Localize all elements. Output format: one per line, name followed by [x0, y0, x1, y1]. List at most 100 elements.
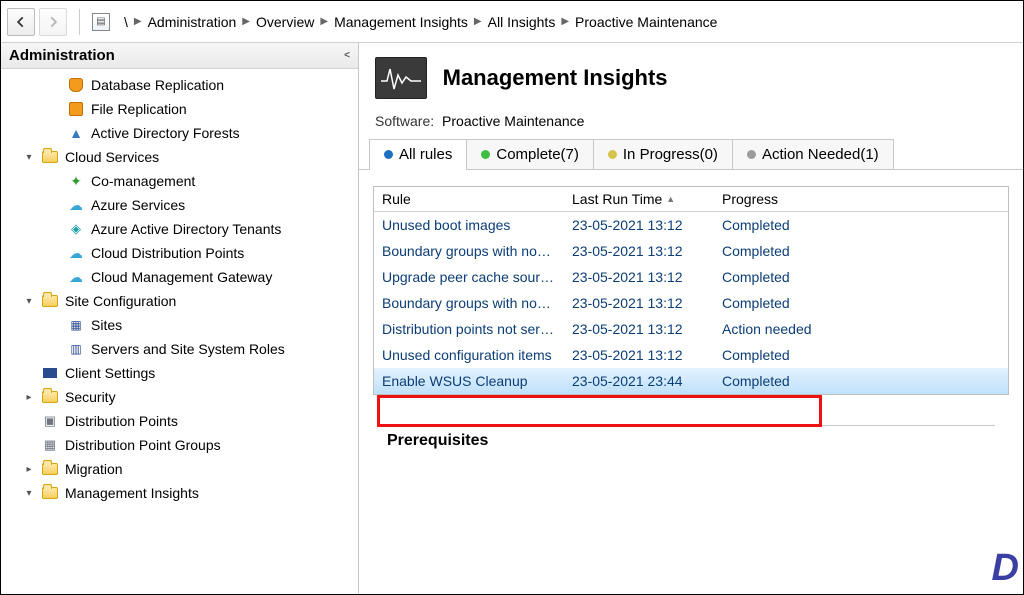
table-row[interactable]: Unused configuration items23-05-2021 13:…: [374, 342, 1008, 368]
cog-teal-icon: ✦: [67, 173, 85, 189]
cell-rule: Unused boot images: [374, 215, 564, 235]
cell-rule: Boundary groups with no…: [374, 293, 564, 313]
collapse-icon[interactable]: <: [344, 50, 350, 61]
cell-rule: Enable WSUS Cleanup: [374, 371, 564, 391]
column-progress[interactable]: Progress: [714, 187, 1008, 211]
document-icon: ▤: [92, 13, 110, 31]
tree-item[interactable]: File Replication: [49, 97, 358, 121]
cell-progress: Completed: [714, 215, 1008, 235]
tree-item-label: Sites: [91, 317, 122, 333]
tree-item-label: Active Directory Forests: [91, 125, 240, 141]
forward-button[interactable]: [39, 8, 67, 36]
tree-item[interactable]: Database Replication: [49, 73, 358, 97]
sidebar-header[interactable]: Administration <: [1, 43, 358, 69]
tree-caret-icon[interactable]: ▾: [23, 296, 35, 307]
tree-item[interactable]: ☁Cloud Distribution Points: [49, 241, 358, 265]
tab-in-progress[interactable]: In Progress(0): [593, 139, 733, 169]
cell-time: 23-05-2021 23:44: [564, 371, 714, 391]
prerequisites-heading: Prerequisites: [387, 425, 995, 450]
folder-icon: [41, 293, 59, 309]
dpg-icon: ▦: [41, 437, 59, 453]
crumb[interactable]: All Insights: [488, 14, 556, 30]
cell-progress: Completed: [714, 371, 1008, 391]
tree-item[interactable]: Client Settings: [23, 361, 358, 385]
insights-icon: [375, 57, 427, 99]
tree-item[interactable]: ◈Azure Active Directory Tenants: [49, 217, 358, 241]
tree-item[interactable]: ▣ Distribution Points: [23, 409, 358, 433]
crumb[interactable]: \: [124, 14, 128, 30]
tree-item[interactable]: ▦Sites: [49, 313, 358, 337]
status-dot-icon: [747, 150, 756, 159]
table-row[interactable]: Distribution points not ser…23-05-2021 1…: [374, 316, 1008, 342]
cloud-cyan-icon: ☁: [67, 197, 85, 213]
tree-blue-icon: ▲: [67, 125, 85, 141]
cell-time: 23-05-2021 13:12: [564, 241, 714, 261]
breadcrumb[interactable]: \ ▶ Administration ▶ Overview ▶ Manageme…: [124, 14, 717, 30]
cell-time: 23-05-2021 13:12: [564, 293, 714, 313]
back-button[interactable]: [7, 8, 35, 36]
status-dot-icon: [384, 150, 393, 159]
tree-caret-icon[interactable]: ▸: [23, 392, 35, 403]
cell-time: 23-05-2021 13:12: [564, 319, 714, 339]
table-row[interactable]: Enable WSUS Cleanup23-05-2021 23:44Compl…: [374, 368, 1008, 394]
cell-progress: Completed: [714, 267, 1008, 287]
tree-item[interactable]: ▾Site Configuration: [23, 289, 358, 313]
cell-rule: Boundary groups with no…: [374, 241, 564, 261]
folder-icon: [41, 461, 59, 477]
tree-item[interactable]: ▾ Management Insights: [23, 481, 358, 505]
tree-item[interactable]: ☁Cloud Management Gateway: [49, 265, 358, 289]
folder-icon: [41, 149, 59, 165]
column-last-run-time[interactable]: Last Run Time ▲: [564, 187, 714, 211]
tree-item[interactable]: ▸Security: [23, 385, 358, 409]
tree-item[interactable]: ▦Distribution Point Groups: [23, 433, 358, 457]
crumb[interactable]: Overview: [256, 14, 314, 30]
folder-icon: [41, 485, 59, 501]
cell-progress: Completed: [714, 241, 1008, 261]
sort-asc-icon: ▲: [666, 194, 675, 204]
cell-rule: Upgrade peer cache sourc…: [374, 267, 564, 287]
tabs: All rules Complete(7) In Progress(0) Act…: [359, 139, 1023, 170]
cloud-cyan-icon: ☁: [67, 245, 85, 261]
tree-item[interactable]: ▸Migration: [23, 457, 358, 481]
column-rule[interactable]: Rule: [374, 187, 564, 211]
server-navy-icon: ▥: [67, 341, 85, 357]
tree-item[interactable]: ▾ Cloud Services: [23, 145, 358, 169]
tree-caret-icon[interactable]: ▾: [23, 152, 35, 163]
tree-item-label: Azure Services: [91, 197, 185, 213]
table-row[interactable]: Boundary groups with no…23-05-2021 13:12…: [374, 238, 1008, 264]
tree-item-label: Cloud Services: [65, 149, 159, 165]
tab-all-rules[interactable]: All rules: [369, 139, 467, 169]
tab-action-needed[interactable]: Action Needed(1): [732, 139, 894, 169]
watermark: D: [992, 547, 1017, 590]
table-row[interactable]: Unused boot images23-05-2021 13:12Comple…: [374, 212, 1008, 238]
cell-time: 23-05-2021 13:12: [564, 267, 714, 287]
tree-item-label: Cloud Management Gateway: [91, 269, 272, 285]
tree-item[interactable]: ▥Servers and Site System Roles: [49, 337, 358, 361]
tree-item[interactable]: ☁ Azure Services: [49, 193, 358, 217]
diamond-teal-icon: ◈: [67, 221, 85, 237]
tab-complete[interactable]: Complete(7): [466, 139, 594, 169]
table-row[interactable]: Upgrade peer cache sourc…23-05-2021 13:1…: [374, 264, 1008, 290]
cell-progress: Completed: [714, 345, 1008, 365]
tree-item[interactable]: ✦Co-management: [49, 169, 358, 193]
file-orange-icon: [67, 101, 85, 117]
toolbar: ▤ \ ▶ Administration ▶ Overview ▶ Manage…: [1, 1, 1023, 43]
client-icon: [41, 365, 59, 381]
crumb[interactable]: Proactive Maintenance: [575, 14, 717, 30]
toolbar-separator: [79, 9, 80, 35]
tree-caret-icon[interactable]: ▾: [23, 488, 35, 499]
grid-body: Unused boot images23-05-2021 13:12Comple…: [374, 212, 1008, 394]
crumb[interactable]: Administration: [148, 14, 237, 30]
chevron-right-icon: ▶: [134, 16, 142, 27]
tree-item-label: Distribution Points: [65, 413, 178, 429]
tree-item[interactable]: ▲ Active Directory Forests: [49, 121, 358, 145]
chevron-right-icon: ▶: [474, 16, 482, 27]
crumb[interactable]: Management Insights: [334, 14, 468, 30]
db-icon: [67, 77, 85, 93]
grid-header[interactable]: Rule Last Run Time ▲ Progress: [374, 187, 1008, 212]
tree-item-label: Management Insights: [65, 485, 199, 501]
dp-icon: ▣: [41, 413, 59, 429]
table-row[interactable]: Boundary groups with no…23-05-2021 13:12…: [374, 290, 1008, 316]
tree-item-label: File Replication: [91, 101, 187, 117]
tree-caret-icon[interactable]: ▸: [23, 464, 35, 475]
